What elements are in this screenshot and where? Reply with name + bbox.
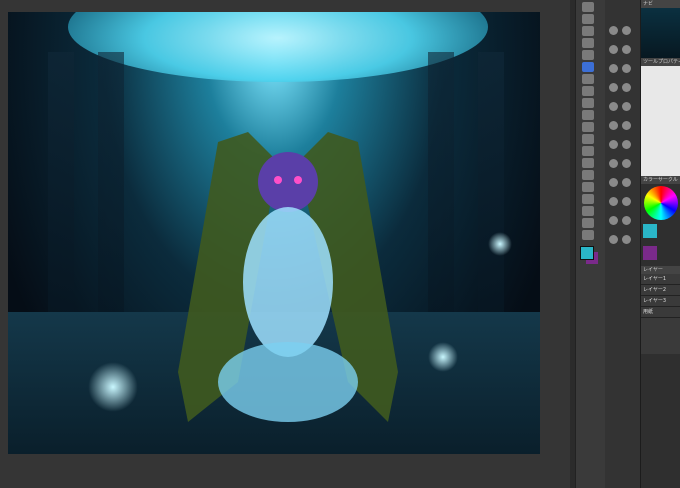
- tool-property-header[interactable]: ツールプロパティ: [641, 58, 680, 66]
- layer-row[interactable]: レイヤー1: [641, 274, 680, 285]
- right-panel-dock: ナビ ツールプロパティ カラーサークル レイヤー レイヤー1 レイヤー2 レイヤ…: [640, 0, 680, 488]
- brush-icon[interactable]: [582, 86, 594, 96]
- color-swatch[interactable]: [643, 224, 657, 238]
- character-figure: [178, 132, 398, 422]
- brush-size-option[interactable]: [622, 121, 631, 130]
- tool-palette: [575, 0, 606, 488]
- layer-row[interactable]: レイヤー2: [641, 285, 680, 296]
- brush-size-option[interactable]: [609, 197, 618, 206]
- move-icon[interactable]: [582, 14, 594, 24]
- brush-size-option[interactable]: [609, 45, 618, 54]
- brush-size-option[interactable]: [622, 102, 631, 111]
- figure-icon[interactable]: [582, 170, 594, 180]
- balloon-icon[interactable]: [582, 218, 594, 228]
- brush-size-palette: [605, 0, 640, 488]
- tool-property-panel[interactable]: [641, 66, 680, 176]
- brush-size-option[interactable]: [609, 159, 618, 168]
- light-orb: [88, 362, 138, 412]
- brush-size-option[interactable]: [609, 140, 618, 149]
- brush-size-option[interactable]: [622, 235, 631, 244]
- brush-size-option[interactable]: [609, 216, 618, 225]
- layer-header[interactable]: レイヤー: [641, 266, 680, 274]
- zoom-icon[interactable]: [582, 2, 594, 12]
- brush-size-option[interactable]: [622, 197, 631, 206]
- color-swatch[interactable]: [643, 246, 657, 260]
- color-wheel-header[interactable]: カラーサークル: [641, 176, 680, 184]
- navigator-header[interactable]: ナビ: [641, 0, 680, 8]
- blend-icon[interactable]: [582, 134, 594, 144]
- canvas-area[interactable]: [0, 0, 570, 488]
- brush-size-option[interactable]: [622, 178, 631, 187]
- brush-size-option[interactable]: [609, 121, 618, 130]
- brush-size-option[interactable]: [609, 102, 618, 111]
- decoration-icon[interactable]: [582, 110, 594, 120]
- gradient-icon[interactable]: [582, 158, 594, 168]
- brush-size-option[interactable]: [622, 45, 631, 54]
- brush-size-option[interactable]: [622, 159, 631, 168]
- main-color-swatch[interactable]: [580, 246, 594, 260]
- brush-size-option[interactable]: [609, 26, 618, 35]
- pen-icon[interactable]: [582, 62, 594, 72]
- fill-icon[interactable]: [582, 146, 594, 156]
- select-icon[interactable]: [582, 26, 594, 36]
- layer-list: レイヤー1 レイヤー2 レイヤー3 用紙: [641, 274, 680, 354]
- brush-size-option[interactable]: [622, 83, 631, 92]
- brush-size-option[interactable]: [609, 64, 618, 73]
- layer-row[interactable]: レイヤー3: [641, 296, 680, 307]
- brush-size-option[interactable]: [622, 26, 631, 35]
- brush-size-option[interactable]: [622, 140, 631, 149]
- airbrush-icon[interactable]: [582, 98, 594, 108]
- color-wheel[interactable]: [644, 186, 678, 220]
- correct-line-icon[interactable]: [582, 230, 594, 240]
- brush-size-option[interactable]: [609, 178, 618, 187]
- layer-row[interactable]: 用紙: [641, 307, 680, 318]
- eraser-icon[interactable]: [582, 122, 594, 132]
- glass-dome: [68, 12, 488, 82]
- ruler-icon[interactable]: [582, 194, 594, 204]
- paint-app-window: ナビ ツールプロパティ カラーサークル レイヤー レイヤー1 レイヤー2 レイヤ…: [0, 0, 680, 488]
- text-icon[interactable]: [582, 206, 594, 216]
- color-indicator[interactable]: [580, 246, 598, 264]
- pencil-icon[interactable]: [582, 74, 594, 84]
- eyedropper-icon[interactable]: [582, 50, 594, 60]
- light-orb: [428, 342, 458, 372]
- navigator-preview[interactable]: [641, 8, 680, 58]
- illustration-artwork[interactable]: [8, 12, 540, 454]
- light-orb: [488, 232, 512, 256]
- lasso-icon[interactable]: [582, 38, 594, 48]
- brush-size-option[interactable]: [609, 235, 618, 244]
- frame-icon[interactable]: [582, 182, 594, 192]
- brush-size-option[interactable]: [609, 83, 618, 92]
- brush-size-option[interactable]: [622, 216, 631, 225]
- brush-size-option[interactable]: [622, 64, 631, 73]
